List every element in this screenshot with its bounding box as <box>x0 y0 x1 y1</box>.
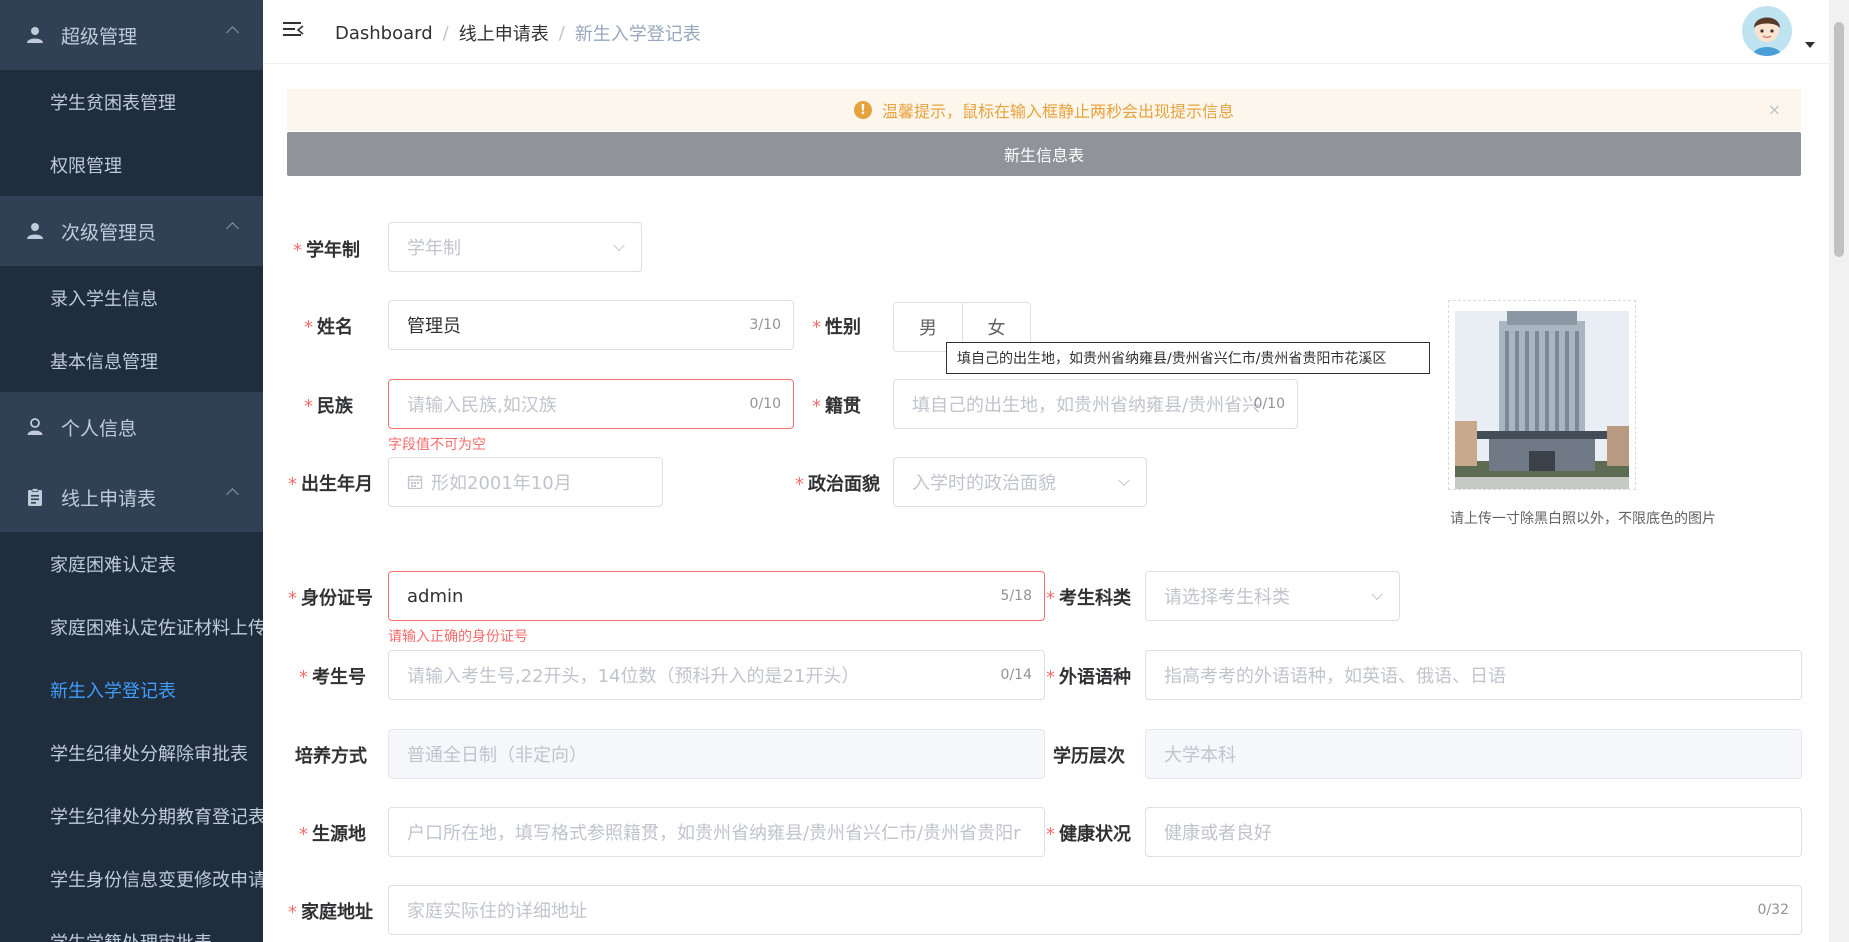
political-select[interactable]: 入学时的政治面貌 <box>893 457 1147 507</box>
exam-no-input[interactable]: 请输入考生号,22开头，14位数（预科升入的是21开头） 0/14 <box>388 650 1045 700</box>
chevron-up-icon <box>226 222 239 235</box>
breadcrumb-current: 新生入学登记表 <box>574 24 701 45</box>
ethnicity-input[interactable]: 请输入民族,如汉族 0/10 <box>388 379 794 429</box>
avatar[interactable] <box>1742 6 1792 56</box>
form-title: 新生信息表 <box>287 132 1801 176</box>
sidebar-item-freshman-registration[interactable]: 新生入学登记表 <box>0 658 263 721</box>
breadcrumb-separator: / <box>442 22 449 44</box>
calendar-icon <box>407 474 423 490</box>
photo-hint: 请上传一寸除黑白照以外，不限底色的图片 <box>1450 511 1716 527</box>
scrollbar-thumb[interactable] <box>1834 22 1844 257</box>
id-card-label: * 身份证号 <box>288 588 373 609</box>
sidebar: 超级管理 学生贫困表管理 权限管理 次级管理员 录入学生信息 基本信息管理 个人… <box>0 0 263 942</box>
native-place-input[interactable]: 填自己的出生地，如贵州省纳雍县/贵州省兴 0/10 <box>893 379 1298 429</box>
hamburger-menu-icon[interactable] <box>283 22 305 40</box>
native-place-tooltip: 填自己的出生地，如贵州省纳雍县/贵州省兴仁市/贵州省贵阳市花溪区 <box>946 342 1430 374</box>
address-input[interactable]: 家庭实际住的详细地址 0/32 <box>388 885 1802 935</box>
char-count: 0/10 <box>1253 396 1285 412</box>
menu-group-label: 次级管理员 <box>61 221 157 244</box>
breadcrumb-online-forms[interactable]: 线上申请表 <box>459 20 549 46</box>
name-input[interactable]: 管理员 3/10 <box>388 300 794 350</box>
health-label: * 健康状况 <box>1046 824 1131 845</box>
warning-alert: ! 温馨提示，鼠标在输入框静止两秒会出现提示信息 × <box>287 89 1801 131</box>
sidebar-item-basic-info-mgmt[interactable]: 基本信息管理 <box>0 329 263 392</box>
chevron-down-icon <box>1371 588 1383 601</box>
chevron-up-icon <box>226 26 239 39</box>
health-input[interactable]: 健康或者良好 <box>1145 807 1802 857</box>
sidebar-item-discipline-release[interactable]: 学生纪律处分解除审批表 <box>0 721 263 784</box>
sidebar-item-permission-mgmt[interactable]: 权限管理 <box>0 133 263 196</box>
vertical-scrollbar[interactable] <box>1829 0 1849 942</box>
education-level-input: 大学本科 <box>1145 729 1802 779</box>
char-count: 0/14 <box>1000 667 1032 683</box>
breadcrumb-dashboard[interactable]: Dashboard <box>335 23 433 44</box>
breadcrumb: Dashboard / 线上申请表 / 新生入学登记表 <box>335 20 701 46</box>
sidebar-item-enter-student-info[interactable]: 录入学生信息 <box>0 266 263 329</box>
sidebar-item-family-difficulty[interactable]: 家庭困难认定表 <box>0 532 263 595</box>
sidebar-item-discipline-education[interactable]: 学生纪律处分期教育登记表 <box>0 784 263 847</box>
political-label: * 政治面貌 <box>795 474 880 495</box>
person-icon <box>25 417 45 437</box>
chevron-down-icon <box>613 239 625 252</box>
close-icon[interactable]: × <box>1768 100 1781 119</box>
menu-personal-info[interactable]: 个人信息 <box>0 392 263 462</box>
menu-group-online-forms[interactable]: 线上申请表 <box>0 462 263 532</box>
id-card-error: 请输入正确的身份证号 <box>388 629 528 645</box>
breadcrumb-separator: / <box>558 22 565 44</box>
sidebar-item-enrollment-processing[interactable]: 学生学籍处理审批表 <box>0 910 263 942</box>
birth-date-picker[interactable]: 形如2001年10月 <box>388 457 663 507</box>
menu-group-sub-admin[interactable]: 次级管理员 <box>0 196 263 266</box>
caret-down-icon[interactable] <box>1805 42 1815 48</box>
char-count: 3/10 <box>749 317 781 333</box>
gender-label: * 性别 <box>812 317 861 338</box>
chevron-down-icon <box>1118 474 1130 487</box>
sidebar-item-evidence-upload[interactable]: 家庭困难认定佐证材料上传 <box>0 595 263 658</box>
name-label: * 姓名 <box>304 317 353 338</box>
menu-group-label: 线上申请表 <box>61 487 157 510</box>
education-level-label: 学历层次 <box>1053 746 1125 767</box>
birth-label: * 出生年月 <box>288 474 373 495</box>
alert-text: 温馨提示，鼠标在输入框静止两秒会出现提示信息 <box>881 102 1234 121</box>
clipboard-icon <box>25 487 45 507</box>
photo-upload[interactable] <box>1448 300 1636 491</box>
ethnicity-error: 字段值不可为空 <box>388 437 486 453</box>
address-label: * 家庭地址 <box>288 902 373 923</box>
user-icon <box>25 25 45 45</box>
sidebar-item-poverty-table-mgmt[interactable]: 学生贫困表管理 <box>0 70 263 133</box>
char-count: 5/18 <box>1000 588 1032 604</box>
origin-label: * 生源地 <box>299 824 366 845</box>
native-place-label: * 籍贯 <box>812 396 861 417</box>
ethnicity-label: * 民族 <box>304 396 353 417</box>
foreign-lang-label: * 外语语种 <box>1046 667 1131 688</box>
exam-no-label: * 考生号 <box>299 667 366 688</box>
training-mode-input: 普通全日制（非定向） <box>388 729 1045 779</box>
id-card-input[interactable]: admin 5/18 <box>388 571 1045 621</box>
menu-group-label: 个人信息 <box>61 417 138 440</box>
training-mode-label: 培养方式 <box>295 746 367 767</box>
user-icon <box>25 221 45 241</box>
exam-category-select[interactable]: 请选择考生科类 <box>1145 571 1400 621</box>
menu-group-label: 超级管理 <box>61 25 138 48</box>
foreign-lang-input[interactable]: 指高考考的外语语种，如英语、俄语、日语 <box>1145 650 1802 700</box>
top-navbar: Dashboard / 线上申请表 / 新生入学登记表 <box>263 0 1829 64</box>
menu-group-super-admin[interactable]: 超级管理 <box>0 0 263 70</box>
school-system-select[interactable]: 学年制 <box>388 222 642 272</box>
char-count: 0/10 <box>749 396 781 412</box>
sidebar-item-identity-change[interactable]: 学生身份信息变更修改申请表 <box>0 847 263 910</box>
school-system-label: * 学年制 <box>293 240 360 261</box>
origin-input[interactable]: 户口所在地，填写格式参照籍贯，如贵州省纳雍县/贵州省兴仁市/贵州省贵阳r <box>388 807 1045 857</box>
char-count: 0/32 <box>1757 902 1789 918</box>
warning-icon: ! <box>853 101 872 119</box>
building-photo <box>1449 301 1635 491</box>
exam-category-label: * 考生科类 <box>1046 588 1131 609</box>
chevron-up-icon <box>226 488 239 501</box>
